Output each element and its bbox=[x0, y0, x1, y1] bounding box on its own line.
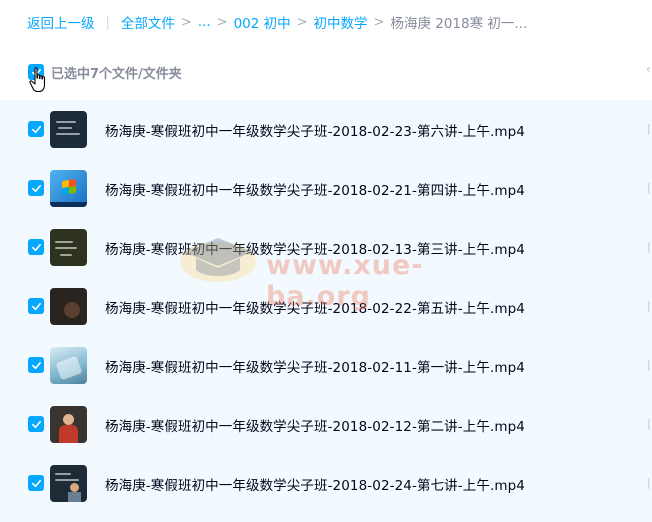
file-name[interactable]: 杨海庚-寒假班初中一年级数学尖子班-2018-02-21-第四讲-上午.mp4 bbox=[105, 179, 525, 199]
select-all-checkbox[interactable] bbox=[28, 64, 44, 80]
breadcrumb: 返回上一级 | 全部文件 > ... > 002 初中 > 初中数学 > 杨海庚… bbox=[27, 12, 527, 32]
file-row[interactable]: 杨海庚-寒假班初中一年级数学尖子班-2018-02-11-第一讲-上午.mp4 … bbox=[0, 336, 652, 395]
chevron-right-icon: > bbox=[296, 14, 308, 30]
video-thumbnail[interactable] bbox=[50, 347, 87, 384]
row-checkbox[interactable] bbox=[28, 298, 44, 314]
check-icon bbox=[31, 243, 41, 251]
file-row[interactable]: 杨海庚-寒假班初中一年级数学尖子班-2018-02-22-第五讲-上午.mp4 … bbox=[0, 277, 652, 336]
row-checkbox[interactable] bbox=[28, 121, 44, 137]
file-row[interactable]: 杨海庚-寒假班初中一年级数学尖子班-2018-02-24-第七讲-上午.mp4 … bbox=[0, 454, 652, 513]
check-icon bbox=[31, 361, 41, 369]
file-name[interactable]: 杨海庚-寒假班初中一年级数学尖子班-2018-02-11-第一讲-上午.mp4 bbox=[105, 356, 525, 376]
breadcrumb-item-math[interactable]: 初中数学 bbox=[314, 12, 368, 32]
row-checkbox[interactable] bbox=[28, 180, 44, 196]
check-icon bbox=[31, 184, 41, 192]
video-thumbnail[interactable] bbox=[50, 465, 87, 502]
selection-header: 已选中7个文件/文件夹 ‹ bbox=[0, 56, 652, 88]
video-thumbnail[interactable] bbox=[50, 406, 87, 443]
file-row[interactable]: 杨海庚-寒假班初中一年级数学尖子班-2018-02-23-第六讲-上午.mp4 … bbox=[0, 100, 652, 159]
check-icon bbox=[31, 302, 41, 310]
file-name[interactable]: 杨海庚-寒假班初中一年级数学尖子班-2018-02-12-第二讲-上午.mp4 bbox=[105, 415, 525, 435]
file-row[interactable]: 杨海庚-寒假班初中一年级数学尖子班-2018-02-12-第二讲-上午.mp4 … bbox=[0, 395, 652, 454]
video-thumbnail[interactable] bbox=[50, 111, 87, 148]
breadcrumb-item-junior-high[interactable]: 002 初中 bbox=[234, 12, 291, 32]
breadcrumb-item-ellipsis[interactable]: ... bbox=[198, 14, 211, 30]
row-edge-marker: | bbox=[647, 417, 651, 430]
chevron-right-icon: > bbox=[373, 14, 385, 30]
video-thumbnail[interactable] bbox=[50, 229, 87, 266]
file-name[interactable]: 杨海庚-寒假班初中一年级数学尖子班-2018-02-23-第六讲-上午.mp4 bbox=[105, 120, 525, 140]
row-edge-marker: | bbox=[647, 181, 651, 194]
chevron-right-icon: > bbox=[216, 14, 228, 30]
row-checkbox[interactable] bbox=[28, 475, 44, 491]
file-name[interactable]: 杨海庚-寒假班初中一年级数学尖子班-2018-02-13-第三讲-上午.mp4 bbox=[105, 238, 525, 258]
breadcrumb-divider: | bbox=[105, 14, 110, 30]
chevron-right-icon: > bbox=[180, 14, 192, 30]
file-row[interactable]: 杨海庚-寒假班初中一年级数学尖子班-2018-02-21-第四讲-上午.mp4 … bbox=[0, 159, 652, 218]
row-edge-marker: | bbox=[647, 122, 651, 135]
breadcrumb-current: 杨海庚 2018寒 初一... bbox=[390, 16, 528, 32]
header-edge-marker: ‹ bbox=[646, 62, 651, 76]
file-name[interactable]: 杨海庚-寒假班初中一年级数学尖子班-2018-02-24-第七讲-上午.mp4 bbox=[105, 474, 525, 494]
file-row[interactable]: 杨海庚-寒假班初中一年级数学尖子班-2018-02-13-第三讲-上午.mp4 … bbox=[0, 218, 652, 277]
row-checkbox[interactable] bbox=[28, 357, 44, 373]
check-icon bbox=[31, 479, 41, 487]
breadcrumb-item-all-files[interactable]: 全部文件 bbox=[121, 12, 175, 32]
row-edge-marker: | bbox=[647, 476, 651, 489]
file-list: 杨海庚-寒假班初中一年级数学尖子班-2018-02-23-第六讲-上午.mp4 … bbox=[0, 100, 652, 522]
row-checkbox[interactable] bbox=[28, 239, 44, 255]
row-edge-marker: | bbox=[647, 358, 651, 371]
check-icon bbox=[31, 68, 41, 76]
row-edge-marker: | bbox=[647, 240, 651, 253]
back-link[interactable]: 返回上一级 bbox=[27, 12, 95, 32]
file-name[interactable]: 杨海庚-寒假班初中一年级数学尖子班-2018-02-22-第五讲-上午.mp4 bbox=[105, 297, 525, 317]
video-thumbnail[interactable] bbox=[50, 288, 87, 325]
row-checkbox[interactable] bbox=[28, 416, 44, 432]
selection-count: 已选中7个文件/文件夹 bbox=[51, 67, 182, 82]
check-icon bbox=[31, 420, 41, 428]
row-edge-marker: | bbox=[647, 299, 651, 312]
video-thumbnail[interactable] bbox=[50, 170, 87, 207]
check-icon bbox=[31, 125, 41, 133]
